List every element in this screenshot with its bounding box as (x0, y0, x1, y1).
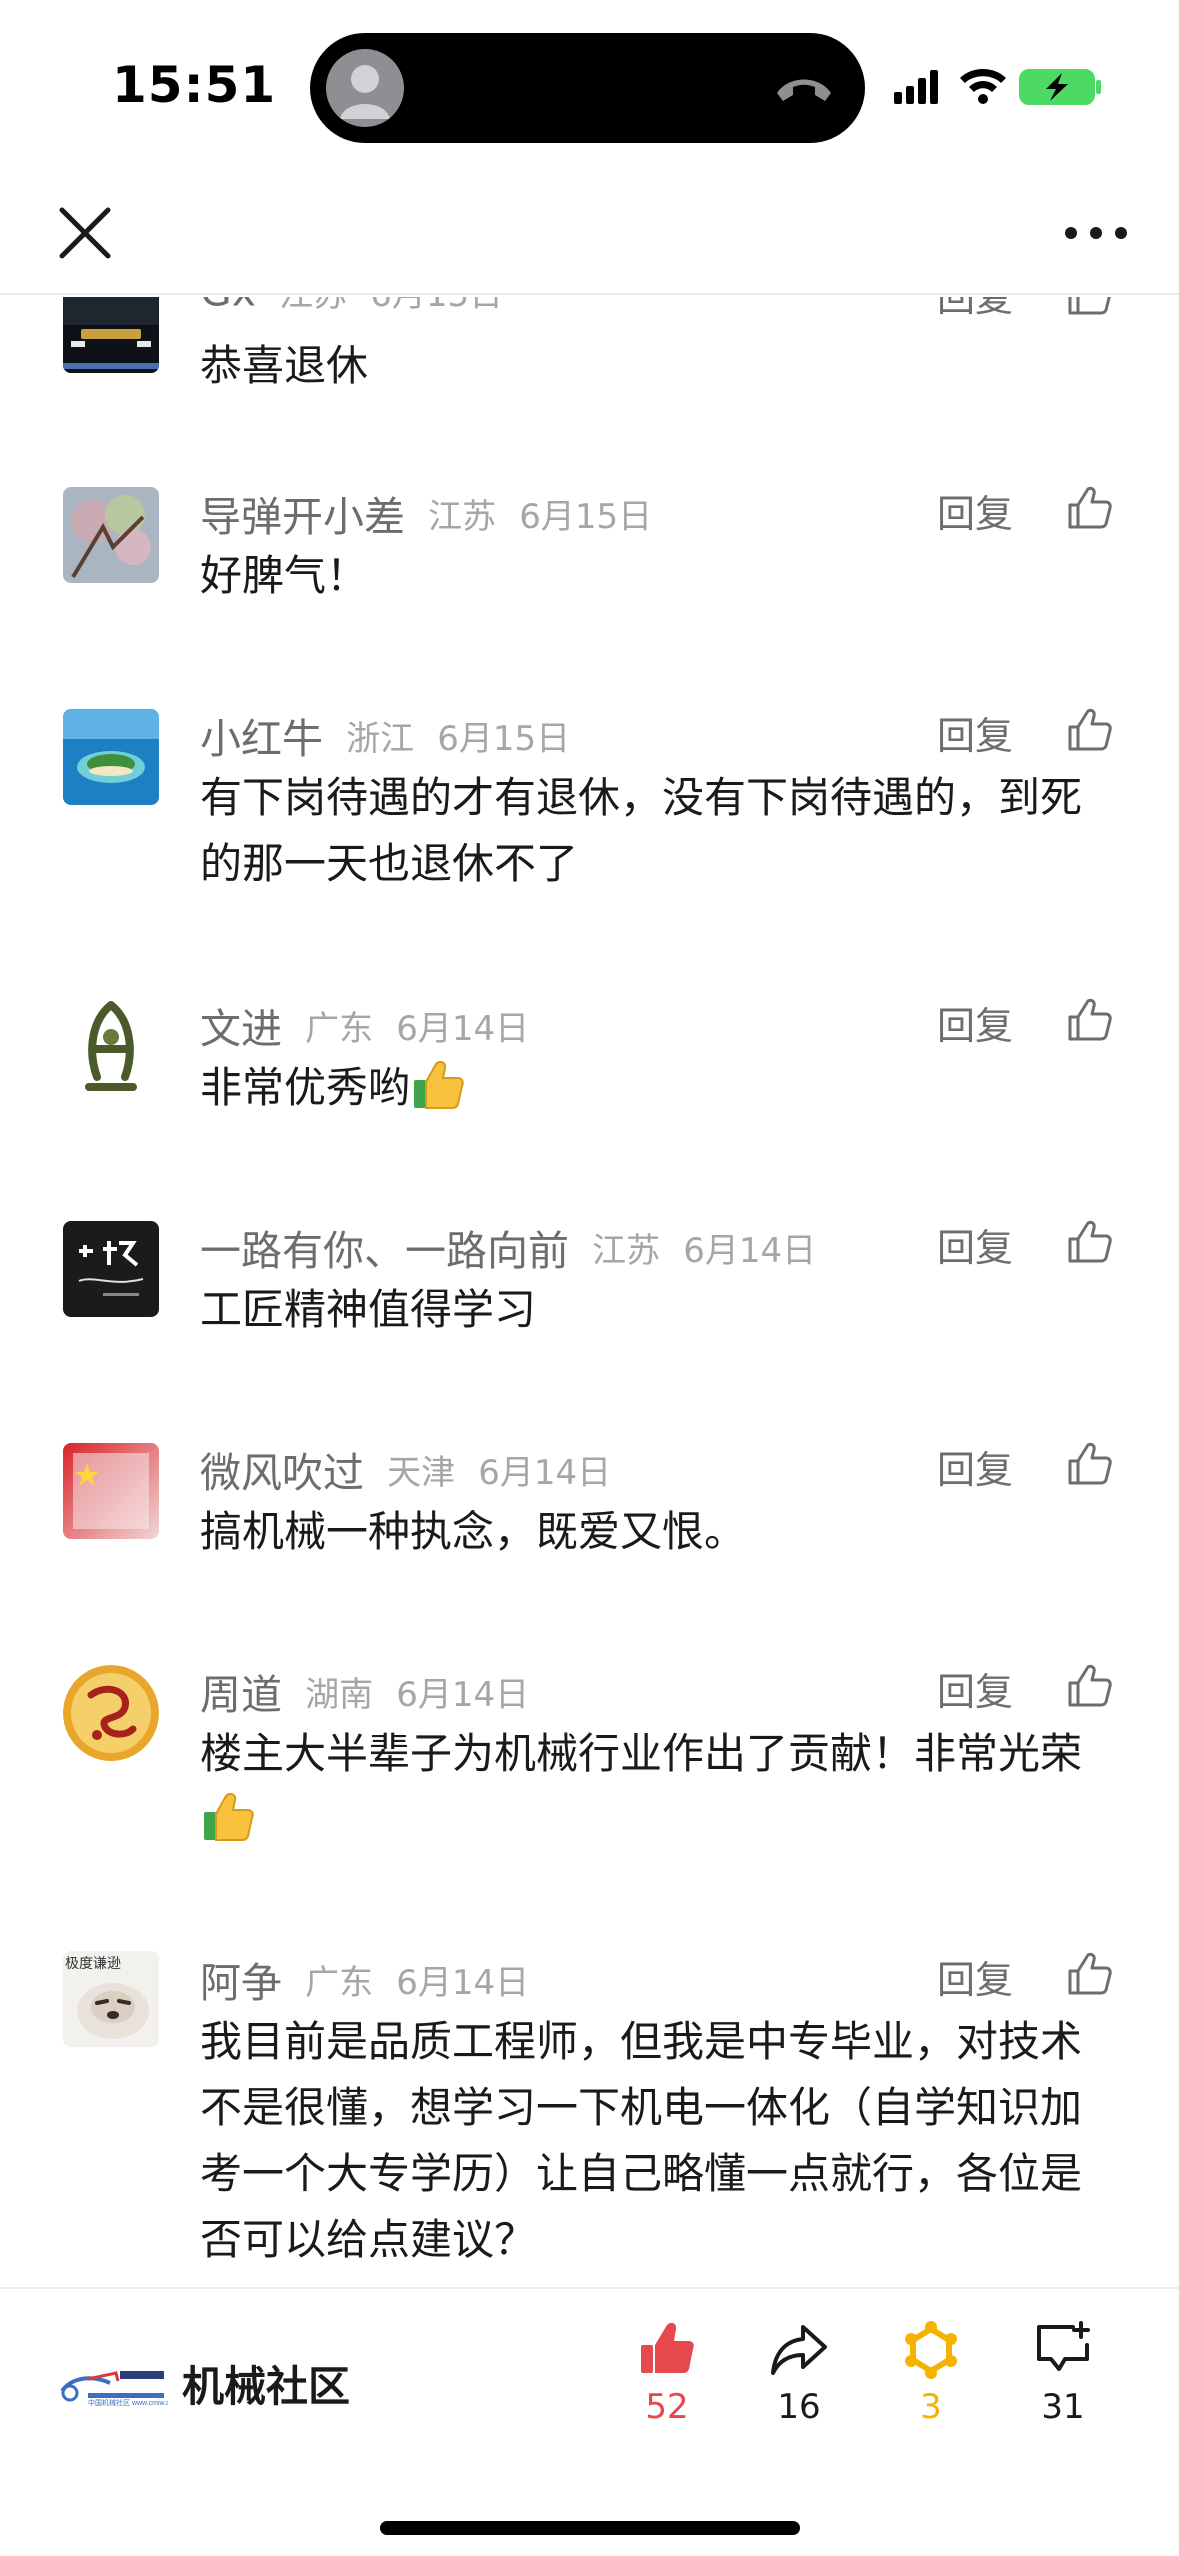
add-comment-icon (1037, 2321, 1090, 2371)
avatar-caption: 极度谦逊 (65, 1956, 121, 1972)
date: 6月15日 (370, 297, 503, 315)
more-horizontal-icon[interactable] (1061, 208, 1131, 258)
comment-action[interactable]: 31 (1008, 2319, 1118, 2427)
thumbs-up-emoji-icon (204, 1792, 254, 1841)
thumbs-up-icon[interactable] (1064, 1217, 1114, 1267)
close-icon[interactable] (52, 200, 118, 266)
battery-charging-icon (1019, 69, 1101, 105)
thumbs-up-icon[interactable] (1064, 705, 1114, 755)
avatar[interactable] (63, 999, 159, 1095)
wifi-icon (960, 69, 1006, 104)
comment-header: 阿争 广东 6月14日 (200, 1949, 960, 2009)
comment-text-body: 非常优秀哟 (200, 1063, 411, 1112)
like-count: 52 (645, 2387, 689, 2427)
status-bar: 15:51 (0, 0, 1179, 170)
avatar[interactable] (63, 1665, 159, 1761)
comment-text: 楼主大半辈子为机械行业作出了贡献！非常光荣 (200, 1721, 1120, 1853)
brand-name[interactable]: 机械社区 (182, 2353, 350, 2414)
status-time: 15:51 (112, 56, 277, 114)
reply-button[interactable]: 回复 (937, 1949, 1013, 2004)
username[interactable]: 一路有你、一路向前 (200, 1227, 569, 1275)
thumbs-up-icon[interactable] (1064, 1661, 1114, 1711)
thumbs-up-icon[interactable] (1064, 1949, 1114, 1999)
comment-header: 导弹开小差 江苏 6月15日 (200, 483, 960, 543)
avatar[interactable]: 极度谦逊 (63, 1951, 159, 2047)
comment-text-body: 楼主大半辈子为机械行业作出了贡献！非常光荣 (200, 1729, 1083, 1778)
avatar[interactable] (63, 1443, 159, 1539)
location: 湖南 (305, 1674, 374, 1715)
username[interactable]: 微风吹过 (200, 1449, 364, 1497)
location: 江苏 (279, 297, 347, 315)
share-action[interactable]: 16 (744, 2319, 854, 2427)
favorite-action[interactable]: 3 (876, 2319, 986, 2427)
username[interactable]: 文进 (200, 1005, 282, 1053)
comment-count: 31 (1041, 2387, 1085, 2427)
avatar[interactable] (63, 709, 159, 805)
brand-logo-icon[interactable]: 中国机械社区 www.cmiw.cn (58, 2361, 168, 2407)
comment-text: 搞机械一种执念，既爱又恨。 (200, 1507, 747, 1556)
favorite-badge-icon (905, 2321, 957, 2379)
comment-text: 有下岗待遇的才有退休，没有下岗待遇的，到死的那一天也退休不了 (200, 773, 1083, 888)
comment-text: 工匠精神值得学习 (200, 1285, 537, 1334)
share-arrow-icon (771, 2325, 827, 2375)
avatar[interactable] (63, 1221, 159, 1317)
date: 6月15日 (437, 718, 571, 759)
thumbs-up-icon[interactable] (1064, 995, 1114, 1045)
thumbs-up-filled-icon (641, 2322, 694, 2373)
date: 6月14日 (396, 1674, 530, 1715)
comment-header: 周道 湖南 6月14日 (200, 1661, 960, 1721)
comment-header: Gx 江苏 6月15日 (200, 297, 960, 327)
dynamic-island[interactable] (310, 33, 865, 143)
status-indicators (894, 69, 1101, 105)
username[interactable]: 阿争 (200, 1959, 282, 2007)
top-nav (0, 170, 1179, 295)
reply-button[interactable]: 回复 (937, 1217, 1013, 1272)
caller-avatar-icon (326, 49, 404, 127)
thumbs-up-icon[interactable] (1064, 483, 1114, 533)
comment-header: 微风吹过 天津 6月14日 (200, 1439, 960, 1499)
reply-button[interactable]: 回复 (937, 297, 1013, 322)
date: 6月14日 (396, 1008, 530, 1049)
date: 6月14日 (478, 1452, 612, 1493)
signal-icon (894, 70, 938, 104)
favorite-count: 3 (920, 2387, 942, 2427)
username[interactable]: 导弹开小差 (200, 493, 405, 541)
like-action[interactable]: 52 (612, 2319, 722, 2427)
comment-text: 非常优秀哟 (200, 1055, 1120, 1121)
comment-header: 一路有你、一路向前 江苏 6月14日 (200, 1217, 960, 1277)
reply-button[interactable]: 回复 (937, 995, 1013, 1050)
comment-text: 恭喜退休 (200, 341, 369, 390)
phone-hangup-icon (777, 79, 831, 101)
avatar[interactable] (63, 297, 159, 373)
home-indicator[interactable] (380, 2521, 800, 2535)
comment-text: 好脾气！ (200, 551, 369, 600)
reply-button[interactable]: 回复 (937, 1661, 1013, 1716)
location: 广东 (305, 1962, 374, 2003)
date: 6月15日 (519, 496, 653, 537)
username[interactable]: 周道 (200, 1671, 282, 1719)
share-count: 16 (777, 2387, 821, 2427)
brand-logo-text: 中国机械社区 www.cmiw.cn (88, 2398, 168, 2407)
thumbs-up-emoji-icon (414, 1060, 464, 1109)
username[interactable]: 小红牛 (200, 715, 323, 763)
username[interactable]: Gx (200, 297, 256, 316)
location: 江苏 (428, 496, 497, 537)
bottom-action-bar: 中国机械社区 www.cmiw.cn 机械社区 52 16 3 31 (0, 2287, 1179, 2556)
location: 天津 (387, 1452, 456, 1493)
reply-button[interactable]: 回复 (937, 1439, 1013, 1494)
thumbs-up-icon[interactable] (1064, 297, 1114, 319)
comment-list[interactable]: Gx 江苏 6月15日 回复 恭喜退休 导弹开小差 江苏 6月15日 回复 (0, 297, 1179, 2287)
comment-text: 我目前是品质工程师，但我是中专毕业，对技术不是很懂，想学习一下机电一体化（自学知… (200, 2017, 1083, 2264)
thumbs-up-icon[interactable] (1064, 1439, 1114, 1489)
location: 浙江 (346, 718, 415, 759)
avatar[interactable] (63, 487, 159, 583)
comment-header: 小红牛 浙江 6月15日 (200, 705, 960, 765)
date: 6月14日 (396, 1962, 530, 2003)
reply-button[interactable]: 回复 (937, 705, 1013, 760)
reply-button[interactable]: 回复 (937, 483, 1013, 538)
location: 广东 (305, 1008, 374, 1049)
location: 江苏 (592, 1230, 661, 1271)
date: 6月14日 (683, 1230, 817, 1271)
comment-header: 文进 广东 6月14日 (200, 995, 960, 1055)
